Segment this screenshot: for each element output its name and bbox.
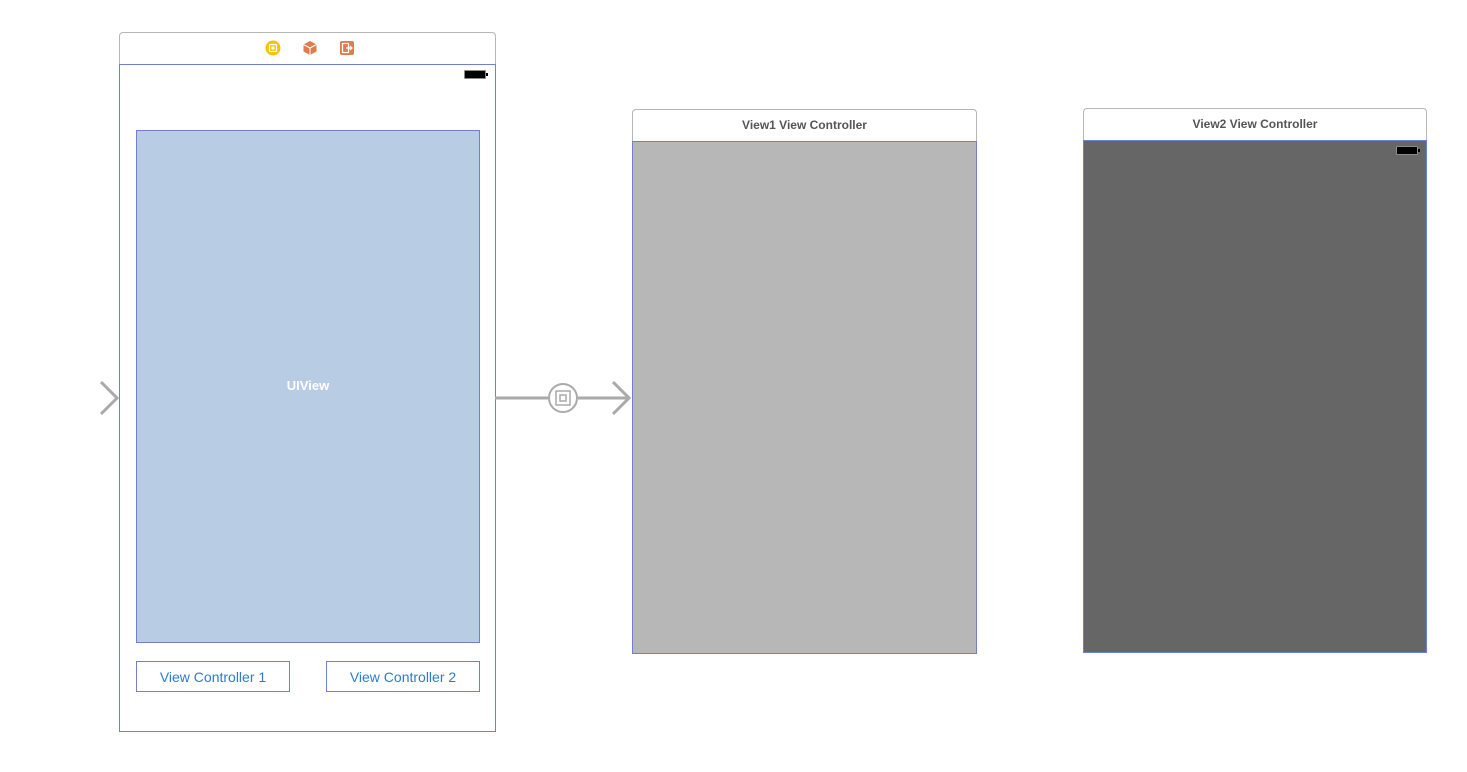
embed-segue-icon[interactable]	[548, 383, 578, 413]
uiview-label: UIView	[286, 378, 330, 393]
content-uiview[interactable]: UIView	[136, 130, 480, 643]
view-controller-icon[interactable]	[265, 40, 281, 56]
first-responder-icon[interactable]	[302, 40, 318, 56]
view2-scene-title: View2 View Controller	[1192, 117, 1318, 131]
view2-scene-view[interactable]	[1083, 140, 1427, 653]
segue-arrow[interactable]	[495, 380, 635, 416]
view1-scene-title: View1 View Controller	[742, 118, 867, 132]
view-controller-1-button[interactable]: View Controller 1	[136, 661, 290, 692]
entry-point-arrow[interactable]	[15, 380, 125, 416]
view-controller-2-button[interactable]: View Controller 2	[326, 661, 480, 692]
view1-scene-view[interactable]	[632, 141, 977, 654]
main-scene-dock[interactable]	[119, 32, 496, 65]
battery-icon	[1396, 146, 1420, 155]
view2-scene-header[interactable]: View2 View Controller	[1083, 108, 1427, 141]
exit-icon[interactable]	[339, 40, 355, 56]
main-scene-view[interactable]: UIView View Controller 1 View Controller…	[119, 64, 496, 732]
view1-scene-header[interactable]: View1 View Controller	[632, 109, 977, 142]
battery-icon	[464, 70, 488, 79]
